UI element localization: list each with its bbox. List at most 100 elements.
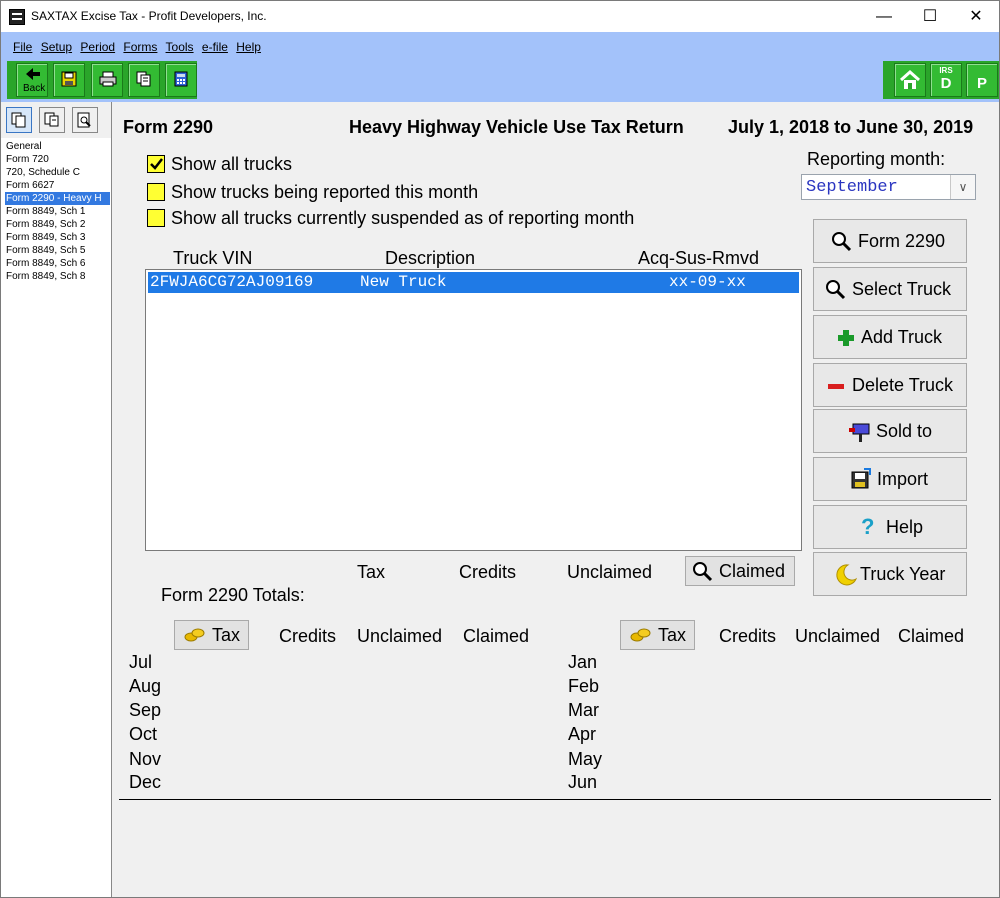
magnify-page-icon	[77, 112, 91, 128]
month-sep: Sep	[129, 700, 162, 720]
month-feb: Feb	[568, 676, 600, 696]
unclaimed-header-right: Unclaimed	[795, 626, 881, 646]
claimed-button[interactable]: Claimed	[685, 556, 795, 586]
question-mark-icon: ?	[861, 514, 875, 539]
form-list-item-8849-sch5[interactable]: Form 8849, Sch 5	[5, 244, 110, 257]
view-schedules-button[interactable]	[39, 107, 65, 133]
menu-help[interactable]: Help	[236, 40, 261, 54]
form-list-item-2290[interactable]: Form 2290 - Heavy H	[5, 192, 110, 205]
coins-icon	[184, 628, 205, 642]
tax-button-left[interactable]: Tax	[174, 620, 249, 650]
magnifier-icon	[693, 562, 713, 582]
save-button[interactable]	[53, 63, 85, 97]
back-button[interactable]: Back	[16, 63, 48, 97]
show-suspended-trucks-checkbox[interactable]	[147, 209, 165, 227]
show-reported-trucks-label: Show trucks being reported this month	[171, 182, 479, 202]
back-label: Back	[23, 83, 46, 94]
menu-setup[interactable]: Setup	[41, 40, 72, 54]
menu-tools[interactable]: Tools	[166, 40, 194, 54]
month-oct: Oct	[129, 724, 158, 744]
tax-button-right[interactable]: Tax	[620, 620, 695, 650]
month-dec: Dec	[129, 772, 162, 792]
copy-forms-button[interactable]	[128, 63, 160, 97]
irs-label: IRS	[939, 66, 953, 75]
summary-credits-label: Credits	[459, 562, 517, 582]
checkmark-icon	[150, 158, 163, 170]
coins-icon	[630, 628, 651, 642]
form-list-item-720[interactable]: Form 720	[5, 153, 110, 166]
right-toolbar: IRS D P	[883, 61, 999, 99]
reporting-month-label: Reporting month:	[807, 149, 946, 169]
irs-d-label: D	[940, 75, 952, 92]
p-label: P	[976, 75, 987, 92]
form-list-item-8849-sch2[interactable]: Form 8849, Sch 2	[5, 218, 110, 231]
menu-efile[interactable]: e-file	[202, 40, 228, 54]
calculator-button[interactable]	[165, 63, 197, 97]
form-name: Form 2290	[123, 117, 214, 137]
truck-row[interactable]: 2FWJA6CG72AJ09169 New Truck xx-09-xx	[148, 272, 799, 293]
delete-truck-button[interactable]: Delete Truck	[813, 363, 967, 407]
form-list-item-8849-sch3[interactable]: Form 8849, Sch 3	[5, 231, 110, 244]
form-2290-button[interactable]: Form 2290	[813, 219, 967, 263]
add-truck-button[interactable]: Add Truck	[813, 315, 967, 359]
credits-header-right: Credits	[719, 626, 777, 646]
mailbox-icon	[849, 423, 870, 442]
form-list-item-general[interactable]: General	[5, 140, 110, 153]
month-mar: Mar	[568, 700, 599, 720]
app-icon	[9, 9, 25, 25]
show-suspended-trucks-label: Show all trucks currently suspended as o…	[171, 208, 635, 228]
show-all-trucks-checkbox[interactable]	[147, 155, 165, 173]
column-acq-sus-rmvd: Acq-Sus-Rmvd	[638, 248, 760, 268]
form-title: Heavy Highway Vehicle Use Tax Return	[349, 117, 684, 137]
divider	[119, 799, 991, 800]
form-list-item-720-sch-c[interactable]: 720, Schedule C	[5, 166, 110, 179]
truck-year-button[interactable]: Truck Year	[813, 552, 967, 596]
form-list-item-8849-sch8[interactable]: Form 8849, Sch 8	[5, 270, 110, 283]
form-list-item-8849-sch6[interactable]: Form 8849, Sch 6	[5, 257, 110, 270]
home-icon	[900, 70, 920, 89]
menu-file[interactable]: File	[13, 40, 32, 54]
form-list-item-8849-sch1[interactable]: Form 8849, Sch 1	[5, 205, 110, 218]
title-bar: SAXTAX Excise Tax - Profit Developers, I…	[1, 1, 999, 32]
import-disk-icon	[851, 468, 871, 489]
sold-to-button[interactable]: Sold to	[813, 409, 967, 453]
help-button[interactable]: ? Help	[813, 505, 967, 549]
print-button[interactable]	[91, 63, 123, 97]
import-button[interactable]: Import	[813, 457, 967, 501]
form-2290-totals-label: Form 2290 Totals:	[161, 585, 305, 605]
select-truck-button[interactable]: Select Truck	[813, 267, 967, 311]
magnifier-icon	[826, 280, 846, 300]
minimize-button[interactable]: —	[861, 1, 907, 32]
calculator-icon	[174, 71, 188, 87]
claimed-header-left: Claimed	[463, 626, 530, 646]
maximize-button[interactable]: ☐	[907, 1, 953, 32]
column-description: Description	[385, 248, 476, 268]
copy-icon	[44, 112, 59, 127]
month-apr: Apr	[568, 724, 597, 744]
navigator-toolbar	[1, 102, 111, 138]
truck-acq-sus-rmvd: xx-09-xx	[669, 273, 746, 291]
month-jun: Jun	[568, 772, 598, 792]
menu-period[interactable]: Period	[80, 40, 115, 54]
documents-icon	[136, 71, 151, 87]
form-list-item-6627[interactable]: Form 6627	[5, 179, 110, 192]
view-forms-button[interactable]	[6, 107, 32, 133]
form-navigator: General Form 720 720, Schedule C Form 66…	[1, 102, 112, 897]
floppy-disk-icon	[61, 71, 77, 87]
app-window: SAXTAX Excise Tax - Profit Developers, I…	[0, 0, 1000, 898]
show-reported-trucks-checkbox[interactable]	[147, 183, 165, 201]
window-title: SAXTAX Excise Tax - Profit Developers, I…	[31, 9, 267, 23]
close-button[interactable]: ✕	[953, 1, 999, 32]
menu-bar: File Setup Period Forms Tools e-file Hel…	[13, 40, 266, 54]
plus-icon	[838, 330, 854, 346]
p-button[interactable]: P	[966, 63, 998, 97]
month-aug: Aug	[129, 676, 162, 696]
chevron-down-icon[interactable]: ∨	[950, 175, 975, 199]
preview-button[interactable]	[72, 107, 98, 133]
tax-period: July 1, 2018 to June 30, 2019	[728, 117, 974, 137]
home-button[interactable]	[894, 63, 926, 97]
menu-forms[interactable]: Forms	[123, 40, 157, 54]
truck-list[interactable]: 2FWJA6CG72AJ09169 New Truck xx-09-xx	[145, 269, 802, 551]
irs-efile-button[interactable]: IRS D	[930, 63, 962, 97]
reporting-month-select[interactable]: September ∨	[801, 174, 976, 200]
